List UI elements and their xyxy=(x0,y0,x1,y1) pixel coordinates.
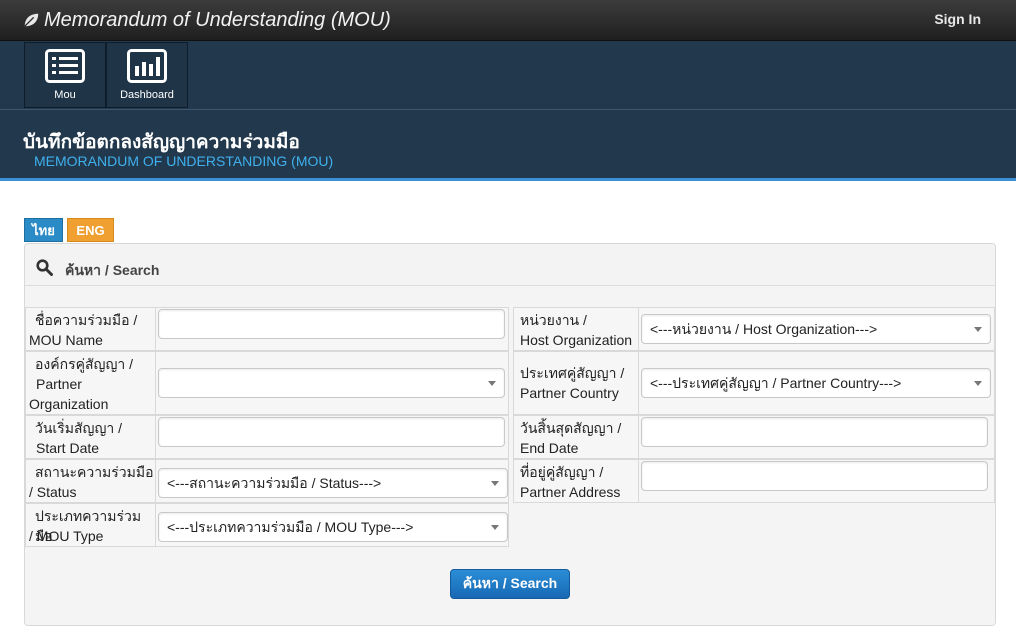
host-org-select[interactable]: <---หน่วยงาน / Host Organization---> xyxy=(641,314,991,344)
field-cell xyxy=(638,415,995,459)
app-brand[interactable]: Memorandum of Understanding (MOU) xyxy=(22,7,391,33)
mou-type-label-line2: / MOU Type xyxy=(29,528,104,544)
label-cell: ที่อยู่คู่สัญญา / Partner Address xyxy=(513,459,639,503)
label-cell: องค์กรคู่สัญญา / Partner Organization xyxy=(25,351,156,415)
status-label-line2: / Status xyxy=(29,484,77,500)
host-org-label-line1: หน่วยงาน / xyxy=(520,312,587,328)
bar-chart-icon xyxy=(127,49,167,83)
field-cell: <---หน่วยงาน / Host Organization---> xyxy=(638,307,995,351)
partner-org-label-line1: องค์กรคู่สัญญา / xyxy=(35,356,134,372)
mou-type-select[interactable]: <---ประเภทความร่วมมือ / MOU Type---> xyxy=(158,512,508,542)
search-panel-title: ค้นหา / Search xyxy=(65,262,160,278)
top-bar: Memorandum of Understanding (MOU) Sign I… xyxy=(0,0,1016,41)
end-date-label-line2: End Date xyxy=(520,440,579,456)
field-cell xyxy=(155,351,509,415)
nav-band: Mou Dashboard xyxy=(0,41,1016,109)
list-icon xyxy=(45,49,85,83)
partner-address-input[interactable] xyxy=(641,461,988,491)
label-cell: สถานะความร่วมมือ / Status xyxy=(25,459,156,503)
partner-country-label-line1: ประเทศคู่สัญญา / xyxy=(520,365,625,381)
partner-country-label-line2: Partner Country xyxy=(520,385,619,401)
host-org-label-line2: Host Organization xyxy=(520,332,633,348)
leaf-icon xyxy=(24,13,39,27)
partner-org-label-line2: Partner xyxy=(36,376,82,392)
status-select[interactable]: <---สถานะความร่วมมือ / Status---> xyxy=(158,468,508,498)
nav-tile-label: Mou xyxy=(54,89,76,101)
mou-name-label-line1: ชื่อความร่วมมือ / xyxy=(35,312,138,328)
field-cell xyxy=(155,307,509,351)
start-date-input[interactable] xyxy=(158,417,505,447)
search-form: ชื่อความร่วมมือ / MOU Name หน่วยงาน / Ho… xyxy=(25,286,995,625)
search-panel-header: ค้นหา / Search xyxy=(25,244,995,286)
field-cell xyxy=(155,415,509,459)
label-cell: ชื่อความร่วมมือ / MOU Name xyxy=(25,307,156,351)
page-header: บันทึกข้อตกลงสัญญาความร่วมมือ MEMORANDUM… xyxy=(0,109,1016,181)
field-cell xyxy=(638,459,995,503)
partner-country-select[interactable]: <---ประเทศคู่สัญญา / Partner Country---> xyxy=(641,368,991,398)
nav-tile-mou[interactable]: Mou xyxy=(24,42,106,108)
search-icon xyxy=(36,259,53,276)
label-cell: ประเภทความร่วมมือ / MOU Type xyxy=(25,503,156,547)
page-subtitle: MEMORANDUM OF UNDERSTANDING (MOU) xyxy=(34,153,334,169)
start-date-label-line2: Start Date xyxy=(36,440,100,456)
start-date-label-line1: วันเริ่มสัญญา / xyxy=(35,420,123,436)
status-label-line1: สถานะความร่วมมือ xyxy=(35,464,154,480)
search-panel: ค้นหา / Search ชื่อความร่วมมือ / MOU Nam… xyxy=(24,243,996,626)
nav-tile-dashboard[interactable]: Dashboard xyxy=(106,42,188,108)
label-cell: ประเทศคู่สัญญา / Partner Country xyxy=(513,351,639,415)
partner-org-select[interactable] xyxy=(158,368,505,398)
label-cell: วันเริ่มสัญญา / Start Date xyxy=(25,415,156,459)
lang-thai-button[interactable]: ไทย xyxy=(24,218,63,242)
label-cell: หน่วยงาน / Host Organization xyxy=(513,307,639,351)
app-title: Memorandum of Understanding (MOU) xyxy=(44,8,391,31)
end-date-label-line1: วันสิ้นสุดสัญญา / xyxy=(520,420,622,436)
nav-tile-label: Dashboard xyxy=(120,89,174,101)
label-cell: วันสิ้นสุดสัญญา / End Date xyxy=(513,415,639,459)
mou-name-label-line2: MOU Name xyxy=(29,332,103,348)
mou-name-input[interactable] xyxy=(158,309,505,339)
search-button[interactable]: ค้นหา / Search xyxy=(450,569,570,599)
end-date-input[interactable] xyxy=(641,417,988,447)
partner-address-label-line1: ที่อยู่คู่สัญญา / xyxy=(520,464,604,480)
lang-eng-button[interactable]: ENG xyxy=(67,218,114,242)
field-cell: <---ประเภทความร่วมมือ / MOU Type---> xyxy=(155,503,509,547)
partner-org-label-line3: Organization xyxy=(29,396,109,412)
sign-in-link[interactable]: Sign In xyxy=(934,11,981,27)
field-cell: <---ประเทศคู่สัญญา / Partner Country---> xyxy=(638,351,995,415)
partner-address-label-line2: Partner Address xyxy=(520,484,621,500)
field-cell: <---สถานะความร่วมมือ / Status---> xyxy=(155,459,509,503)
